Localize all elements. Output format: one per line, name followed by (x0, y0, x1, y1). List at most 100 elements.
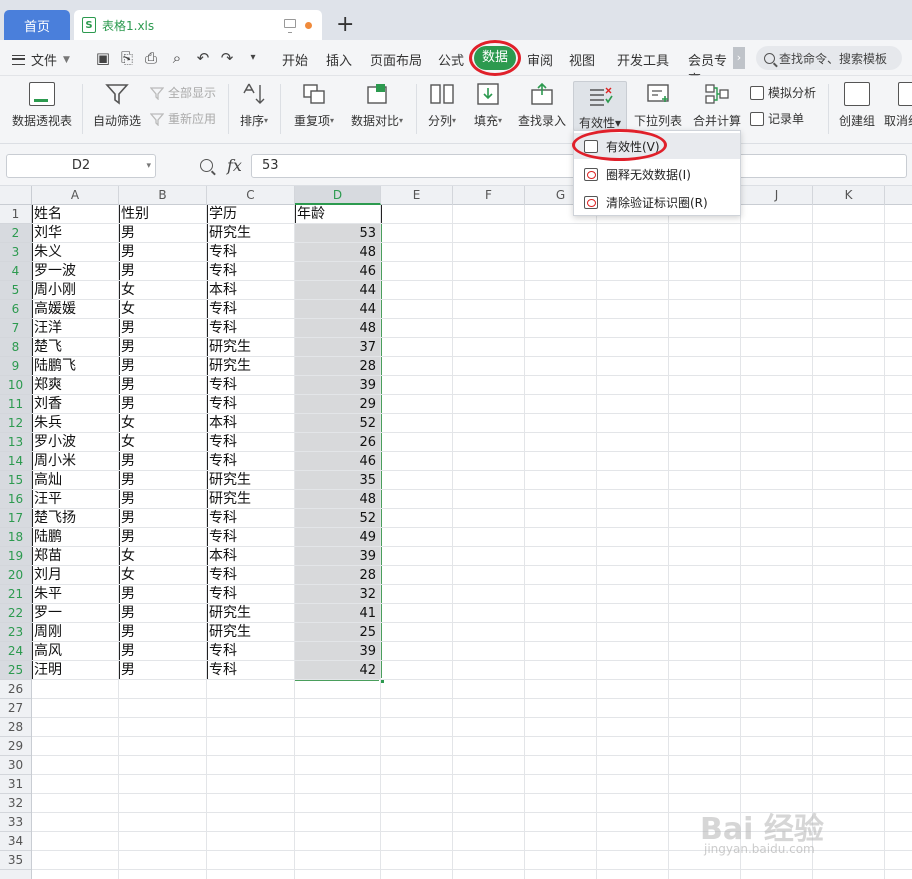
table-cell[interactable]: 男 (119, 376, 206, 394)
row-header[interactable]: 22 (0, 604, 31, 623)
customize-quick-access-icon[interactable]: ▾ (244, 49, 262, 67)
table-cell[interactable]: 男 (119, 585, 206, 603)
age-cell[interactable]: 48 (295, 319, 380, 337)
age-cell[interactable]: 41 (295, 604, 380, 622)
table-cell[interactable]: 女 (119, 300, 206, 318)
age-cell[interactable]: 37 (295, 338, 380, 356)
table-cell[interactable]: 女 (119, 566, 206, 584)
table-cell[interactable]: 郑苗 (32, 547, 118, 565)
table-cell[interactable]: 男 (119, 623, 206, 641)
row-header[interactable]: 12 (0, 414, 31, 433)
table-cell[interactable]: 罗一 (32, 604, 118, 622)
row-header[interactable]: 29 (0, 737, 31, 756)
table-cell[interactable]: 女 (119, 433, 206, 451)
create-group-button[interactable]: 创建组 (836, 82, 878, 129)
table-cell[interactable]: 周刚 (32, 623, 118, 641)
table-cell[interactable]: 专科 (207, 452, 294, 470)
table-cell[interactable]: 专科 (207, 376, 294, 394)
table-cell[interactable]: 陆鹏 (32, 528, 118, 546)
menu-review[interactable]: 审阅 (527, 50, 553, 69)
row-header[interactable]: 3 (0, 243, 31, 262)
command-search[interactable]: 查找命令、搜索模板 (756, 46, 902, 70)
file-menu[interactable]: 文件 ▼ (12, 50, 70, 69)
table-cell[interactable]: 专科 (207, 300, 294, 318)
table-cell[interactable]: 男 (119, 604, 206, 622)
table-cell[interactable]: 朱兵 (32, 414, 118, 432)
table-cell[interactable]: 女 (119, 414, 206, 432)
age-cell[interactable]: 53 (295, 224, 380, 242)
fill-button[interactable]: 填充▾ (470, 82, 506, 129)
age-cell[interactable]: 46 (295, 452, 380, 470)
table-cell[interactable]: 男 (119, 224, 206, 242)
table-cell[interactable]: 专科 (207, 642, 294, 660)
menu-item-validity[interactable]: 有效性(V) (574, 133, 740, 159)
table-cell[interactable]: 本科 (207, 547, 294, 565)
column-header-e[interactable]: E (381, 186, 453, 205)
header-cell[interactable]: 年龄 (295, 205, 381, 224)
zoom-icon[interactable] (200, 159, 213, 172)
table-cell[interactable]: 高灿 (32, 471, 118, 489)
row-header[interactable]: 25 (0, 661, 31, 680)
consolidate-button[interactable]: 合并计算 (690, 82, 744, 129)
name-box[interactable]: D2 ▾ (6, 154, 156, 178)
table-cell[interactable]: 研究生 (207, 471, 294, 489)
row-header[interactable]: 35 (0, 851, 31, 870)
row-header[interactable]: 14 (0, 452, 31, 471)
undo-icon[interactable]: ↶ (194, 49, 212, 67)
table-cell[interactable]: 楚飞扬 (32, 509, 118, 527)
monitor-icon[interactable] (284, 19, 296, 33)
tab-workbook[interactable]: S 表格1.xls (74, 10, 322, 40)
select-all-corner[interactable] (0, 186, 32, 205)
column-header-k[interactable]: K (813, 186, 885, 205)
show-all-button[interactable]: 全部显示 (150, 84, 216, 101)
row-header[interactable]: 2 (0, 224, 31, 243)
table-cell[interactable]: 男 (119, 357, 206, 375)
menu-item-clear-circles[interactable]: 清除验证标识圈(R) (574, 189, 740, 215)
row-header[interactable]: 24 (0, 642, 31, 661)
age-cell[interactable]: 32 (295, 585, 380, 603)
age-cell[interactable]: 29 (295, 395, 380, 413)
age-cell[interactable]: 39 (295, 376, 380, 394)
table-cell[interactable]: 专科 (207, 585, 294, 603)
menu-page-layout[interactable]: 页面布局 (370, 50, 422, 69)
pivot-table-button[interactable]: 数据透视表 (10, 82, 74, 129)
menu-item-circle-invalid[interactable]: 圈释无效数据(I) (574, 161, 740, 187)
table-cell[interactable]: 专科 (207, 566, 294, 584)
table-cell[interactable]: 高媛媛 (32, 300, 118, 318)
table-cell[interactable]: 男 (119, 509, 206, 527)
header-cell[interactable]: 学历 (207, 205, 295, 224)
table-cell[interactable]: 罗一波 (32, 262, 118, 280)
header-cell[interactable]: 姓名 (32, 205, 119, 224)
table-cell[interactable]: 研究生 (207, 357, 294, 375)
table-cell[interactable]: 高风 (32, 642, 118, 660)
menu-data[interactable]: 数据 (474, 46, 516, 70)
table-cell[interactable]: 专科 (207, 262, 294, 280)
table-cell[interactable]: 男 (119, 338, 206, 356)
age-cell[interactable]: 44 (295, 300, 380, 318)
age-cell[interactable]: 52 (295, 414, 380, 432)
tab-home[interactable]: 首页 (4, 10, 70, 40)
table-cell[interactable]: 专科 (207, 319, 294, 337)
table-cell[interactable]: 男 (119, 642, 206, 660)
row-header[interactable]: 23 (0, 623, 31, 642)
age-cell[interactable]: 44 (295, 281, 380, 299)
table-cell[interactable]: 朱平 (32, 585, 118, 603)
table-cell[interactable]: 楚飞 (32, 338, 118, 356)
table-cell[interactable]: 研究生 (207, 338, 294, 356)
table-cell[interactable]: 研究生 (207, 623, 294, 641)
column-header-b[interactable]: B (119, 186, 207, 205)
record-sheet-button[interactable]: 记录单 (750, 110, 804, 127)
table-cell[interactable]: 刘月 (32, 566, 118, 584)
ungroup-button[interactable]: 取消组 (884, 82, 912, 129)
print-icon[interactable]: ⎙ (142, 49, 160, 67)
table-cell[interactable]: 男 (119, 243, 206, 261)
table-cell[interactable]: 本科 (207, 414, 294, 432)
age-cell[interactable]: 48 (295, 490, 380, 508)
table-cell[interactable]: 研究生 (207, 490, 294, 508)
export-icon[interactable]: ⎘ (118, 49, 136, 67)
menu-developer[interactable]: 开发工具 (617, 50, 669, 69)
menu-scroll-right-icon[interactable]: › (733, 47, 745, 69)
table-cell[interactable]: 男 (119, 452, 206, 470)
header-cell[interactable]: 性别 (119, 205, 207, 224)
table-cell[interactable]: 男 (119, 528, 206, 546)
